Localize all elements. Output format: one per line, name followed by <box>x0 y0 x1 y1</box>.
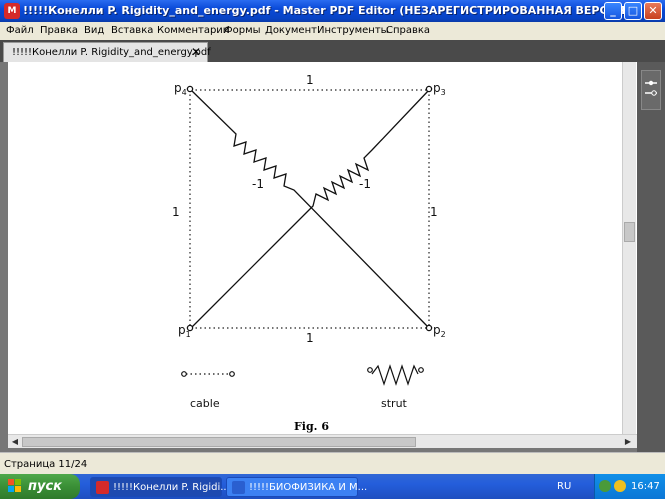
scroll-left-icon[interactable]: ◀ <box>9 436 21 448</box>
document-viewport[interactable]: p4 p3 p1 p2 1 1 1 1 -1 -1 cable strut Fi… <box>0 62 639 452</box>
label-p4: p4 <box>174 81 187 97</box>
word-document-icon <box>232 481 245 494</box>
minimize-button[interactable]: _ <box>604 2 622 20</box>
menu-insert[interactable]: Вставка <box>111 25 153 36</box>
pdf-page: p4 p3 p1 p2 1 1 1 1 -1 -1 cable strut Fi… <box>8 62 639 434</box>
app-window: M !!!!!Конелли P. Rigidity_and_energy.pd… <box>0 0 665 499</box>
menu-document[interactable]: Документ <box>265 25 317 36</box>
label-strut-left: -1 <box>252 177 264 191</box>
taskbar-item-pdf-editor[interactable]: !!!!!Конелли P. Rigidi... <box>90 477 230 497</box>
window-title: !!!!!Конелли P. Rigidity_and_energy.pdf … <box>23 4 631 17</box>
legend-cable-node-left <box>181 371 187 377</box>
legend-cable-node-right <box>229 371 235 377</box>
label-edge-bottom: 1 <box>306 331 314 345</box>
label-strut-right: -1 <box>359 177 371 191</box>
horizontal-scroll-thumb[interactable] <box>22 437 416 447</box>
legend-strut-label: strut <box>381 397 408 410</box>
taskbar-item-label: !!!!!Конелли P. Rigidi... <box>113 482 230 493</box>
close-button[interactable]: ✕ <box>644 2 662 20</box>
system-tray: 16:47 <box>594 474 665 499</box>
label-edge-right: 1 <box>430 205 438 219</box>
tray-network-icon[interactable] <box>599 480 611 492</box>
menu-comments[interactable]: Комментарии <box>157 25 229 36</box>
status-bar: Страница 11/24 <box>0 452 665 474</box>
language-indicator[interactable]: RU <box>557 481 571 492</box>
label-edge-left: 1 <box>172 205 180 219</box>
label-p2: p2 <box>433 323 446 339</box>
vertical-scroll-thumb[interactable] <box>624 222 635 242</box>
label-p3: p3 <box>433 81 446 97</box>
legend-strut-spring <box>371 364 419 386</box>
label-edge-top: 1 <box>306 73 314 87</box>
tray-security-icon[interactable] <box>614 480 626 492</box>
node-p4 <box>186 85 194 93</box>
menu-edit[interactable]: Правка <box>40 25 78 36</box>
page-indicator: Страница 11/24 <box>4 459 88 470</box>
start-button[interactable]: пуск <box>0 474 80 499</box>
maximize-button[interactable]: □ <box>624 2 642 20</box>
start-label: пуск <box>28 479 62 494</box>
tab-close-icon[interactable]: ✕ <box>191 45 201 59</box>
pdf-editor-icon <box>96 481 109 494</box>
vertical-scrollbar[interactable] <box>622 62 636 434</box>
menu-help[interactable]: Справка <box>386 25 430 36</box>
windows-flag-icon <box>8 479 21 492</box>
windows-taskbar: пуск !!!!!Конелли P. Rigidi... !!!!!БИОФ… <box>0 474 665 499</box>
node-p3 <box>425 85 433 93</box>
figure-caption: Fig. 6 <box>294 420 329 433</box>
legend-strut-node-right <box>418 367 424 373</box>
legend-cable-label: cable <box>190 397 220 410</box>
menu-bar: Файл Правка Вид Вставка Комментарии Форм… <box>0 22 665 40</box>
properties-panel-button[interactable] <box>641 70 661 110</box>
taskbar-item-word-document[interactable]: !!!!!БИОФИЗИКА И М... <box>226 477 367 497</box>
document-tab-strip: !!!!!Конелли P. Rigidity_and_energy.pdf … <box>0 40 665 62</box>
scroll-right-icon[interactable]: ▶ <box>622 436 634 448</box>
node-p2 <box>425 324 433 332</box>
legend-strut-node-left <box>367 367 373 373</box>
menu-tools[interactable]: Инструменты <box>317 25 389 36</box>
right-side-panel <box>637 62 665 452</box>
master-pdf-app-icon[interactable]: M <box>4 3 20 19</box>
title-bar[interactable]: M !!!!!Конелли P. Rigidity_and_energy.pd… <box>0 0 665 22</box>
taskbar-item-label: !!!!!БИОФИЗИКА И М... <box>249 482 368 493</box>
sliders-icon <box>645 80 657 96</box>
menu-forms[interactable]: Формы <box>224 25 261 36</box>
clock[interactable]: 16:47 <box>631 481 660 492</box>
figure-6-diagram: p4 p3 p1 p2 1 1 1 1 -1 -1 cable strut <box>172 73 446 410</box>
tab-document[interactable]: !!!!!Конелли P. Rigidity_and_energy.pdf … <box>3 42 211 62</box>
tab-document-label: !!!!!Конелли P. Rigidity_and_energy.pdf <box>12 47 211 58</box>
horizontal-scrollbar[interactable]: ◀ ▶ <box>8 434 637 448</box>
menu-view[interactable]: Вид <box>84 25 104 36</box>
menu-file[interactable]: Файл <box>6 25 34 36</box>
